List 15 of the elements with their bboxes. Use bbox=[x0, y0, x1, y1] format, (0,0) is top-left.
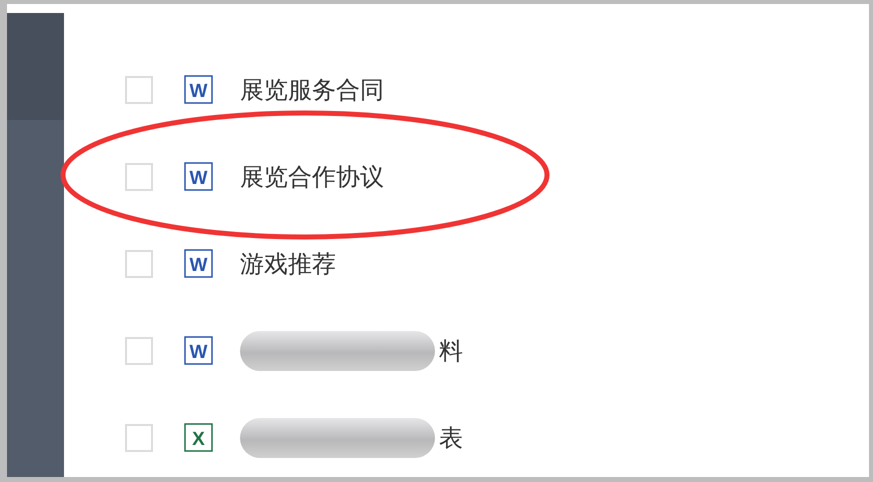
checkbox[interactable] bbox=[125, 250, 153, 278]
word-icon: W bbox=[184, 75, 213, 104]
checkbox[interactable] bbox=[125, 336, 153, 364]
file-name[interactable]: 展览合作协议 bbox=[240, 160, 384, 192]
excel-icon: X bbox=[184, 423, 213, 452]
file-name[interactable]: 料 bbox=[439, 334, 463, 366]
checkbox[interactable] bbox=[125, 424, 153, 452]
file-name[interactable]: 表 bbox=[439, 422, 463, 454]
word-icon: W bbox=[184, 336, 213, 365]
word-icon: W bbox=[184, 162, 213, 191]
file-name[interactable]: 游戏推荐 bbox=[240, 248, 336, 280]
checkbox[interactable] bbox=[125, 76, 153, 104]
file-name[interactable]: 展览服务合同 bbox=[240, 74, 384, 106]
word-icon: W bbox=[184, 249, 213, 278]
checkbox[interactable] bbox=[125, 162, 153, 190]
